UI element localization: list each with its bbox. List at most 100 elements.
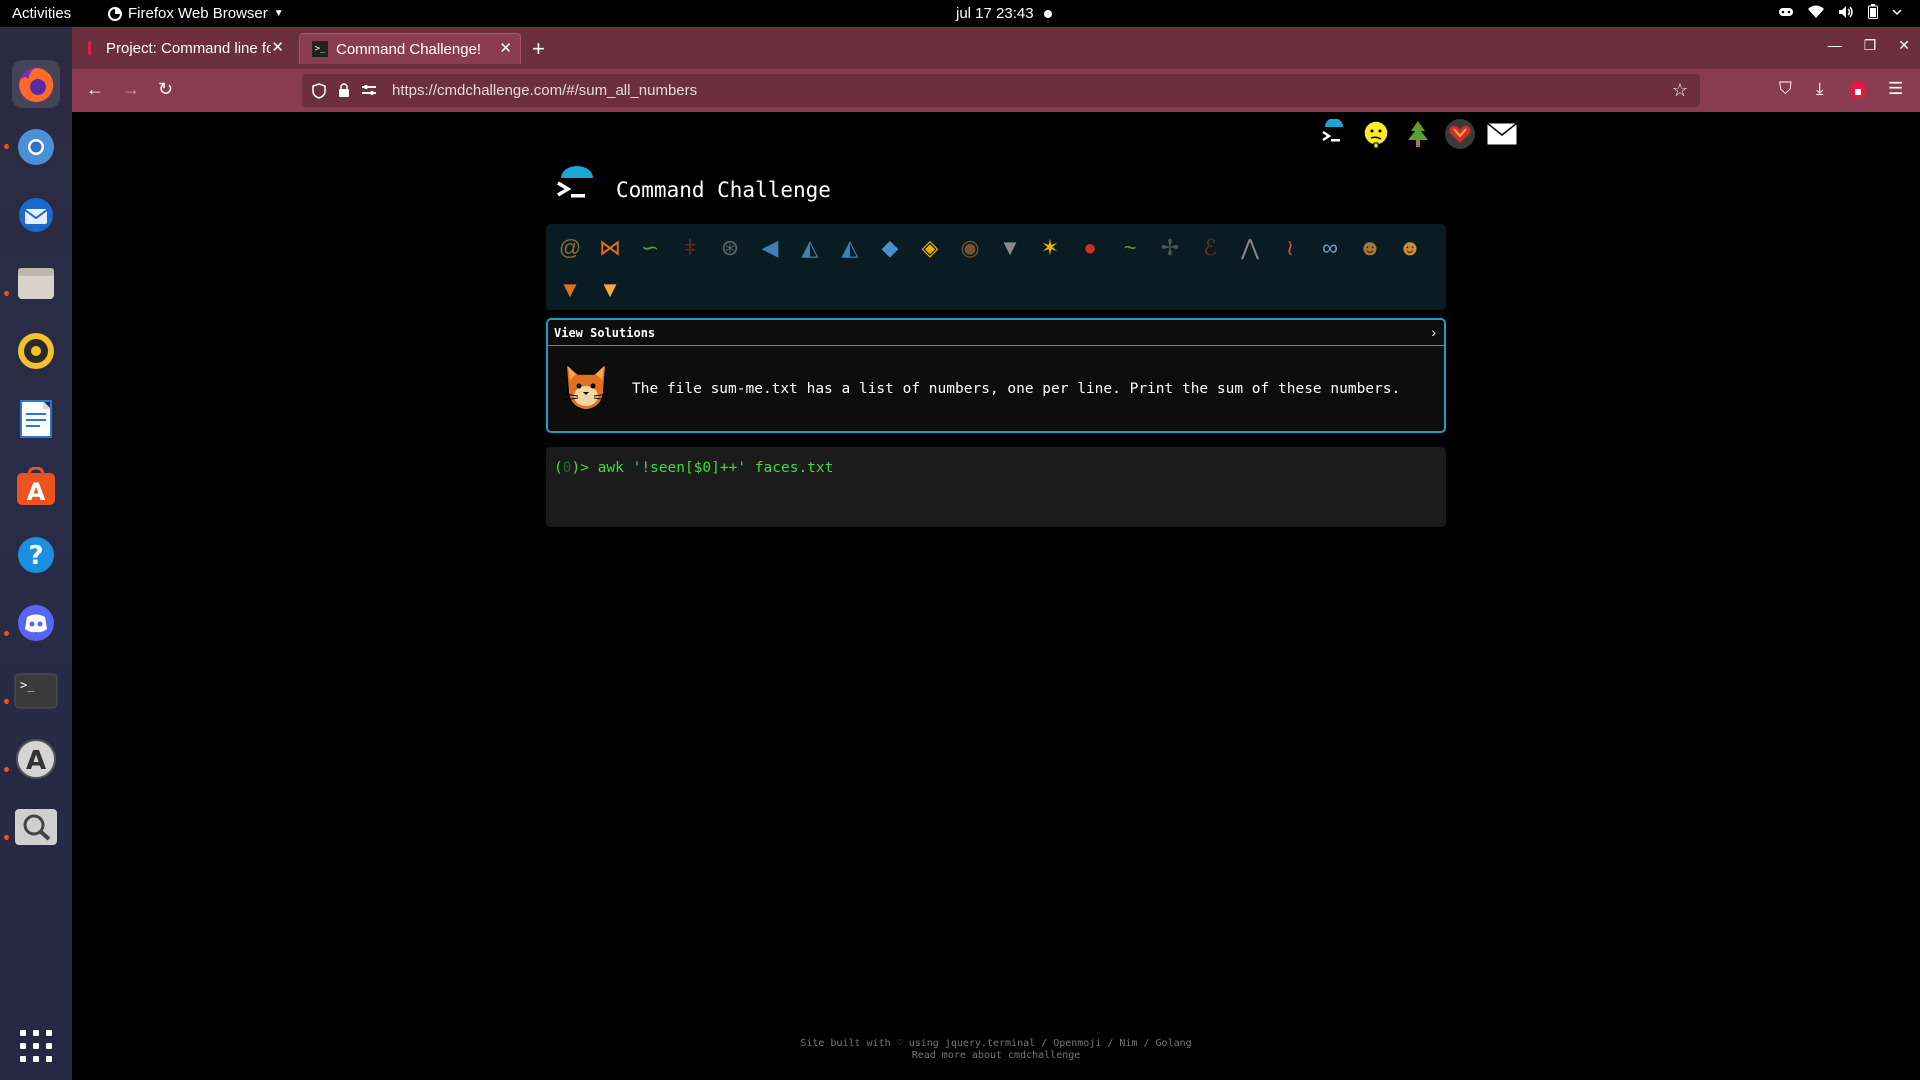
show-applications-icon[interactable] bbox=[20, 1030, 52, 1062]
hedgehog-icon[interactable]: ◉ bbox=[954, 232, 986, 264]
pocket-icon[interactable]: ⛉ bbox=[1779, 79, 1792, 99]
tropical-fish-icon[interactable]: ◈ bbox=[914, 232, 946, 264]
extension-icon[interactable] bbox=[1851, 82, 1865, 98]
header-heart-link[interactable] bbox=[1444, 118, 1476, 150]
whale-icon[interactable]: ◀ bbox=[754, 232, 786, 264]
activities-button[interactable]: Activities bbox=[12, 5, 71, 22]
dolphin-icon[interactable]: ◭ bbox=[794, 232, 826, 264]
files-icon bbox=[18, 268, 54, 299]
dock-thunderbird[interactable] bbox=[12, 191, 60, 239]
header-terminal-link[interactable] bbox=[1318, 118, 1350, 150]
dock-chrome[interactable] bbox=[12, 123, 60, 171]
dock-files[interactable] bbox=[12, 259, 60, 307]
footer-about-link[interactable]: Read more about cmdchallenge bbox=[72, 1050, 1920, 1062]
dock-writer[interactable] bbox=[12, 395, 60, 443]
dock-screenshot[interactable] bbox=[12, 803, 60, 851]
ant-icon[interactable]: ǂ bbox=[674, 232, 706, 264]
dock-discord[interactable] bbox=[12, 599, 60, 647]
terminal-logo-icon bbox=[1322, 119, 1343, 142]
butterfly-icon[interactable]: ⋈ bbox=[594, 232, 626, 264]
snake-icon[interactable]: ≀ bbox=[1274, 232, 1306, 264]
rhythmbox-icon bbox=[18, 333, 54, 369]
prompt-open: ( bbox=[554, 460, 563, 476]
heart-icon bbox=[1445, 119, 1475, 149]
dock-updater[interactable]: A bbox=[12, 735, 60, 783]
header-mail-link[interactable] bbox=[1486, 118, 1518, 150]
wolf-icon[interactable]: ▼ bbox=[994, 232, 1026, 264]
caterpillar-icon[interactable]: ∽ bbox=[634, 232, 666, 264]
bee-icon[interactable]: ✶ bbox=[1034, 232, 1066, 264]
monkey-icon[interactable]: ☻ bbox=[1354, 232, 1386, 264]
back-arrow-icon[interactable]: ← bbox=[86, 79, 104, 100]
dolphin-icon[interactable]: ◭ bbox=[834, 232, 866, 264]
app-menu[interactable]: Firefox Web Browser ▼ bbox=[108, 5, 284, 22]
reload-icon[interactable]: ↻ bbox=[158, 79, 173, 100]
dock-software[interactable]: A bbox=[12, 463, 60, 511]
header-tree-link[interactable] bbox=[1402, 118, 1434, 150]
software-updater-icon: A bbox=[16, 739, 56, 779]
wifi-icon bbox=[1808, 5, 1824, 18]
new-tab-plus-icon[interactable]: + bbox=[532, 36, 545, 62]
scorpion-icon[interactable]: ℰ bbox=[1194, 232, 1226, 264]
terminal-app-icon: >_ bbox=[14, 673, 58, 709]
running-indicator bbox=[4, 291, 9, 296]
chevron-down-icon: ▼ bbox=[273, 8, 284, 19]
hamburger-menu-icon[interactable]: ☰ bbox=[1888, 79, 1903, 99]
challenge-row: ▼ ▼ bbox=[550, 271, 1442, 309]
terminal-prompt-line[interactable]: (0)> awk '!seen[$0]++' faces.txt bbox=[554, 460, 833, 476]
close-window-icon[interactable]: ✕ bbox=[1898, 37, 1910, 54]
close-icon[interactable]: ✕ bbox=[271, 38, 284, 56]
clock[interactable]: jul 17 23:43 bbox=[956, 5, 1052, 22]
chevron-right-icon: › bbox=[1431, 324, 1436, 340]
fly-icon[interactable]: ⋀ bbox=[1234, 232, 1266, 264]
nav-bar: ← → ↻ https://cmdchallenge.com/#/sum_all… bbox=[72, 69, 1920, 112]
fox-icon[interactable]: ▼ bbox=[554, 274, 586, 306]
battery-icon bbox=[1868, 4, 1878, 19]
cat-icon[interactable]: ▼ bbox=[594, 274, 626, 306]
download-icon[interactable]: ⤓ bbox=[1816, 79, 1824, 99]
svg-text:A: A bbox=[26, 746, 46, 776]
footer-credits: Site built with ♡ using jquery.terminal … bbox=[800, 1038, 1192, 1049]
minimize-icon[interactable]: — bbox=[1828, 37, 1842, 54]
svg-text:?: ? bbox=[28, 541, 43, 571]
snail-icon[interactable]: @ bbox=[554, 232, 586, 264]
forward-arrow-icon[interactable]: → bbox=[122, 79, 140, 100]
mail-icon bbox=[1486, 122, 1518, 146]
bookmark-star-icon[interactable]: ☆ bbox=[1672, 80, 1688, 101]
header-hint-link[interactable] bbox=[1360, 118, 1392, 150]
restore-icon[interactable]: ❐ bbox=[1864, 37, 1877, 54]
view-solutions-toggle[interactable]: View Solutions › bbox=[548, 320, 1444, 346]
challenge-icons-panel: @ ⋈ ∽ ǂ ⊛ ◀ ◭ ◭ ◆ ◈ ◉ ▼ ✶ ● ~ ✢ ℰ ⋀ ≀ ∞ ☻ ☻ ▼ ▼ bbox=[546, 224, 1446, 310]
tree-icon bbox=[1408, 121, 1428, 147]
app-name: Firefox Web Browser bbox=[128, 5, 268, 22]
thunderbird-icon bbox=[19, 198, 53, 232]
tab-project[interactable]: Project: Command line fo ✕ bbox=[82, 33, 292, 64]
spider-web-icon[interactable]: ⊛ bbox=[714, 232, 746, 264]
tab-title: Project: Command line fo bbox=[106, 40, 271, 57]
favicon-icon bbox=[88, 41, 91, 55]
ladybug-icon[interactable]: ● bbox=[1074, 232, 1106, 264]
svg-text:>_: >_ bbox=[20, 678, 35, 692]
worm-icon[interactable]: ~ bbox=[1114, 232, 1146, 264]
footer: Site built with ♡ using jquery.terminal … bbox=[72, 1038, 1920, 1062]
running-indicator bbox=[4, 144, 9, 149]
view-solutions-label: View Solutions bbox=[554, 326, 656, 340]
mosquito-icon[interactable]: ✢ bbox=[1154, 232, 1186, 264]
chain-icon[interactable]: ∞ bbox=[1314, 232, 1346, 264]
clock-text: jul 17 23:43 bbox=[956, 5, 1034, 22]
dock-help[interactable]: ? bbox=[12, 531, 60, 579]
system-tray[interactable] bbox=[1778, 4, 1902, 19]
fish-icon[interactable]: ◆ bbox=[874, 232, 906, 264]
window-controls: — ❐ ✕ bbox=[1828, 37, 1910, 54]
libreoffice-writer-icon bbox=[20, 400, 52, 438]
software-store-icon: A bbox=[17, 467, 55, 506]
dog-icon[interactable]: ☻ bbox=[1394, 232, 1426, 264]
dock-firefox[interactable] bbox=[12, 60, 60, 108]
tab-command-challenge[interactable]: >_ Command Challenge! ✕ bbox=[299, 33, 521, 64]
cat-face-icon bbox=[558, 358, 614, 414]
close-icon[interactable]: ✕ bbox=[499, 39, 512, 57]
url-bar[interactable]: https://cmdchallenge.com/#/sum_all_numbe… bbox=[302, 74, 1700, 107]
dock-rhythmbox[interactable] bbox=[12, 327, 60, 375]
dock-terminal[interactable]: >_ bbox=[12, 667, 60, 715]
terminal[interactable]: (0)> awk '!seen[$0]++' faces.txt bbox=[546, 447, 1446, 527]
